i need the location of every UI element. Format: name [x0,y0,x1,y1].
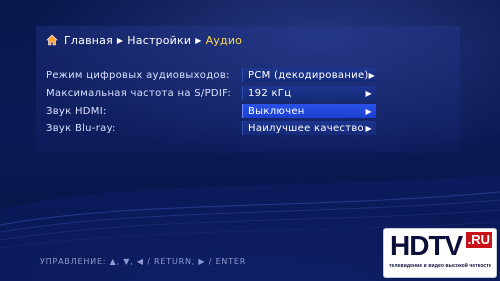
setting-value: 192 кГц [248,87,292,99]
logo-ru-badge: .RU [465,232,492,248]
breadcrumb-separator-icon: ▶ [195,35,202,45]
setting-label: Звук HDMI: [46,105,107,117]
breadcrumb-audio: Аудио [205,33,243,47]
setting-label: Режим цифровых аудиовыходов: [46,69,230,81]
chevron-right-icon: ▶ [365,123,372,133]
chevron-right-icon: ▶ [365,106,372,116]
breadcrumb-home[interactable]: Главная [64,34,113,47]
logo-main-text: HDTV [390,230,463,261]
chevron-right-icon: ▶ [365,88,372,98]
setting-label: Звук Blu-ray: [46,122,116,134]
setting-row-spdif-rate[interactable]: Максимальная частота на S/PDIF: 192 кГц … [46,86,376,100]
logo-tagline: телевидение и видео высокой четкости [389,263,491,269]
setting-row-hdmi-audio[interactable]: Звук HDMI: Выключен ▶ [46,104,376,118]
setting-value: PCM (декодирование) [248,69,369,81]
setting-value-selector[interactable]: Наилучшее качество ▶ [242,121,376,135]
home-icon[interactable] [46,34,58,46]
setting-value-selector[interactable]: 192 кГц ▶ [242,86,376,100]
setting-value-selector[interactable]: PCM (декодирование) ▶ [242,68,376,82]
setting-value: Наилучшее качество [248,122,364,134]
setting-label: Максимальная частота на S/PDIF: [46,87,232,99]
setting-row-digital-output[interactable]: Режим цифровых аудиовыходов: PCM (декоди… [46,68,376,82]
setting-row-bluray-audio[interactable]: Звук Blu-ray: Наилучшее качество ▶ [46,121,376,135]
control-hint: УПРАВЛЕНИЕ: ▲, ▼, ◀ / RETURN, ▶ / ENTER [40,257,247,266]
breadcrumb-settings[interactable]: Настройки [127,34,191,47]
chevron-right-icon: ▶ [368,70,376,80]
setting-value-selector[interactable]: Выключен ▶ [242,104,376,118]
breadcrumb: Главная ▶ Настройки ▶ Аудио [46,32,242,48]
setting-value: Выключен [248,105,305,117]
watermark-logo: HDTV .RU телевидение и видео высокой чет… [384,229,496,277]
breadcrumb-separator-icon: ▶ [116,35,124,45]
